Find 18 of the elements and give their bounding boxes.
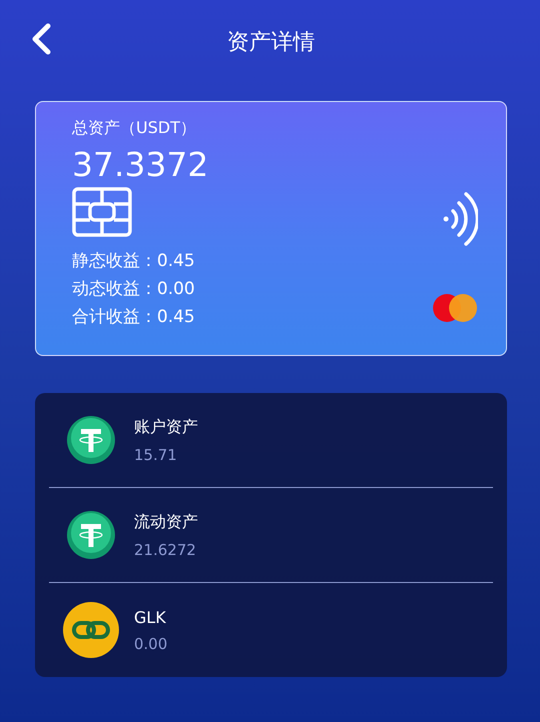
asset-value: 0.00 (134, 634, 168, 652)
tether-icon (66, 415, 116, 465)
asset-name: GLK (134, 608, 167, 626)
card-chip-icon (72, 187, 132, 238)
asset-value: 21.6272 (134, 540, 198, 558)
total-assets-value: 37.3372 (72, 147, 210, 184)
tether-icon (66, 510, 116, 560)
card-network-logo-icon (432, 293, 478, 323)
page-title: 资产详情 (227, 29, 315, 57)
earnings-line: 动态收益：0.00 (72, 278, 196, 302)
chain-link-icon (62, 601, 120, 659)
asset-name: 账户资产 (134, 416, 198, 438)
earnings-line: 合计收益：0.45 (72, 306, 196, 330)
asset-name: 流动资产 (134, 512, 198, 532)
contactless-icon (442, 189, 478, 249)
total-assets-label: 总资产（USDT） (72, 118, 197, 139)
asset-value: 15.71 (134, 446, 178, 464)
earnings-line: 静态收益：0.45 (72, 250, 196, 274)
